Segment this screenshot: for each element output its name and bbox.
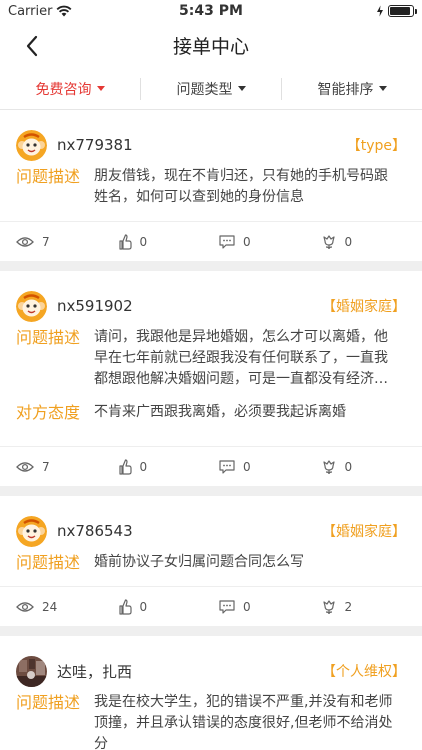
flowers-stat[interactable]: 2 — [321, 599, 422, 615]
category-tag: 【婚姻家庭】 — [322, 299, 406, 315]
flowers-stat[interactable]: 0 — [321, 234, 422, 250]
comments-count: 0 — [243, 599, 251, 614]
username: nx786543 — [57, 522, 133, 540]
consult-list: nx779381 【type】 问题描述 朋友借钱，现在不肯归还，只有她的手机号… — [0, 110, 422, 750]
likes-count: 0 — [139, 459, 148, 474]
comments-stat[interactable]: 0 — [219, 600, 321, 614]
chevron-left-icon — [26, 35, 38, 57]
consult-card[interactable]: nx591902 【婚姻家庭】 问题描述 请问，我跟他是异地婚姻，怎么才可以离婚… — [0, 271, 422, 486]
description-text: 请问，我跟他是异地婚姻，怎么才可以离婚，他早在七年前就已经跟我没有任何联系了，一… — [94, 329, 388, 387]
views-stat: 7 — [16, 460, 118, 474]
stats-bar: 7 0 0 0 — [0, 221, 422, 261]
card-header: 达哇，扎西 【个人维权】 — [0, 636, 422, 692]
flowers-count: 0 — [344, 234, 353, 249]
comments-count: 0 — [243, 234, 251, 249]
description-label: 问题描述 — [16, 693, 81, 712]
consult-card[interactable]: 达哇，扎西 【个人维权】 问题描述 我是在校大学生，犯的错误不严重,并没有和老师… — [0, 636, 422, 750]
description-label: 问题描述 — [16, 553, 81, 572]
flowers-count: 0 — [344, 459, 353, 474]
eye-icon — [16, 601, 34, 612]
card-header: nx786543 【婚姻家庭】 — [0, 496, 422, 552]
card-header: nx779381 【type】 — [0, 110, 422, 166]
card-body: 问题描述 我是在校大学生，犯的错误不严重,并没有和老师顶撞，并且承认错误的态度很… — [0, 692, 422, 750]
username: 达哇，扎西 — [57, 662, 133, 681]
description-row: 问题描述 婚前协议子女归属问题合同怎么写 — [0, 552, 422, 573]
consult-card[interactable]: nx786543 【婚姻家庭】 问题描述 婚前协议子女归属问题合同怎么写 24 … — [0, 496, 422, 626]
flower-icon — [322, 599, 335, 614]
eye-icon — [16, 236, 34, 247]
filter-problem-type[interactable]: 问题类型 — [140, 77, 281, 100]
likes-stat[interactable]: 0 — [118, 233, 220, 250]
stats-bar: 24 0 0 2 — [0, 586, 422, 626]
card-header: nx591902 【婚姻家庭】 — [0, 271, 422, 327]
status-time: 5:43 PM — [179, 3, 243, 19]
likes-count: 0 — [139, 599, 148, 614]
description-row: 问题描述 我是在校大学生，犯的错误不严重,并没有和老师顶撞，并且承认错误的态度很… — [0, 692, 422, 750]
flower-icon — [322, 234, 335, 249]
thumbs-up-icon — [118, 233, 132, 250]
caret-down-icon — [378, 86, 387, 91]
comment-icon — [219, 459, 235, 474]
nav-bar: 接单中心 — [0, 22, 422, 68]
battery-icon — [388, 5, 417, 17]
views-count: 24 — [42, 599, 58, 614]
views-count: 7 — [42, 234, 50, 249]
likes-stat[interactable]: 0 — [118, 598, 220, 615]
category-tag: 【个人维权】 — [322, 664, 406, 680]
description-row: 问题描述 朋友借钱，现在不肯归还，只有她的手机号码跟姓名，如何可以查到她的身份信… — [0, 166, 422, 208]
flowers-stat[interactable]: 0 — [321, 459, 422, 475]
attitude-label: 对方态度 — [16, 403, 81, 422]
monkey-avatar-icon — [16, 515, 47, 547]
filter-label: 问题类型 — [176, 81, 233, 98]
page-title: 接单中心 — [172, 35, 249, 58]
attitude-row: 对方态度 不肯来广西跟我离婚，必须要我起诉离婚 — [0, 402, 422, 423]
monkey-avatar-icon — [16, 290, 47, 322]
filter-smart-sort[interactable]: 智能排序 — [281, 77, 422, 100]
views-count: 7 — [42, 459, 50, 474]
username: nx779381 — [57, 136, 133, 154]
comments-stat[interactable]: 0 — [219, 235, 321, 249]
description-text: 我是在校大学生，犯的错误不严重,并没有和老师顶撞，并且承认错误的态度很好,但老师… — [94, 694, 393, 750]
thumbs-up-icon — [118, 598, 132, 615]
caret-down-icon — [237, 86, 246, 91]
likes-count: 0 — [139, 234, 148, 249]
filter-bar: 免费咨询 问题类型 智能排序 — [0, 68, 422, 110]
comments-count: 0 — [243, 459, 251, 474]
filter-label: 智能排序 — [317, 81, 374, 98]
attitude-text: 不肯来广西跟我离婚，必须要我起诉离婚 — [94, 404, 346, 420]
views-stat: 7 — [16, 235, 118, 249]
status-bar: Carrier 5:43 PM — [0, 0, 422, 22]
comment-icon — [219, 599, 235, 614]
card-body: 问题描述 朋友借钱，现在不肯归还，只有她的手机号码跟姓名，如何可以查到她的身份信… — [0, 166, 422, 221]
photo-avatar — [16, 655, 47, 687]
description-label: 问题描述 — [16, 328, 81, 347]
likes-stat[interactable]: 0 — [118, 458, 220, 475]
stats-bar: 7 0 0 0 — [0, 446, 422, 486]
description-text: 朋友借钱，现在不肯归还，只有她的手机号码跟姓名，如何可以查到她的身份信息 — [94, 168, 388, 205]
description-label: 问题描述 — [16, 167, 81, 186]
back-button[interactable] — [18, 32, 46, 60]
card-body: 问题描述 请问，我跟他是异地婚姻，怎么才可以离婚，他早在七年前就已经跟我没有任何… — [0, 327, 422, 436]
eye-icon — [16, 461, 34, 472]
caret-down-icon — [96, 86, 105, 91]
comments-stat[interactable]: 0 — [219, 460, 321, 474]
description-row: 问题描述 请问，我跟他是异地婚姻，怎么才可以离婚，他早在七年前就已经跟我没有任何… — [0, 327, 422, 390]
filter-label: 免费咨询 — [35, 81, 92, 98]
description-text: 婚前协议子女归属问题合同怎么写 — [94, 554, 304, 570]
category-tag: 【type】 — [346, 138, 406, 154]
thumbs-up-icon — [118, 458, 132, 475]
battery-fill — [390, 7, 410, 15]
category-tag: 【婚姻家庭】 — [322, 524, 406, 540]
monkey-avatar-icon — [16, 129, 47, 161]
views-stat: 24 — [16, 600, 118, 614]
card-body: 问题描述 婚前协议子女归属问题合同怎么写 — [0, 552, 422, 586]
username: nx591902 — [57, 297, 133, 315]
flowers-count: 2 — [344, 599, 353, 614]
consult-card[interactable]: nx779381 【type】 问题描述 朋友借钱，现在不肯归还，只有她的手机号… — [0, 110, 422, 261]
comment-icon — [219, 234, 235, 249]
flower-icon — [322, 459, 335, 474]
filter-free-consult[interactable]: 免费咨询 — [0, 78, 140, 100]
